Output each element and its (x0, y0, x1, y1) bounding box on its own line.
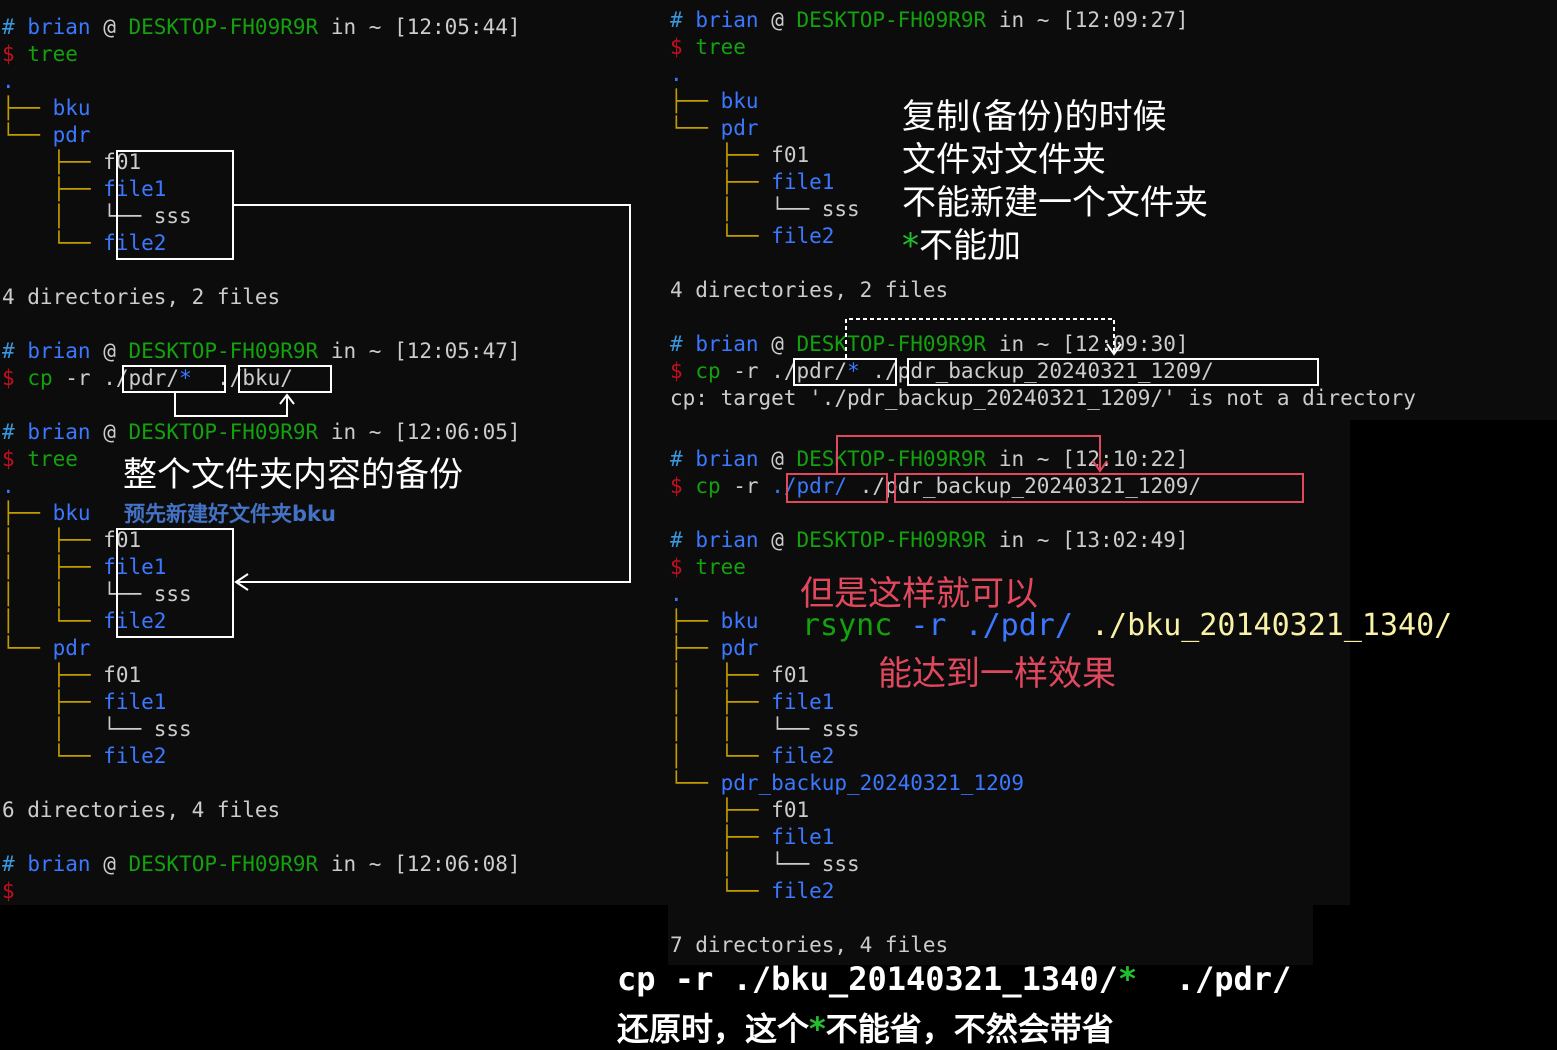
note-same-effect: 能达到一样效果 (878, 654, 1116, 694)
note-copy-line4: 不能加 (919, 226, 1021, 266)
dashed-arrow-line (845, 318, 1115, 358)
restore-note-2: 不能省，不然会带省 (825, 1010, 1114, 1048)
rsync-src: ./pdr/ (964, 608, 1073, 643)
note-copy-line2: 文件对文件夹 (902, 140, 1106, 180)
rsync-name: rsync (802, 608, 893, 643)
cp-arrow-line (174, 393, 288, 417)
rsync-command: rsync -r ./pdr/ ./bku_20140321_1340/ (802, 608, 1452, 643)
restore-star: * (1117, 960, 1138, 998)
note-copy-title: 复制(备份)的时候 (902, 97, 1167, 137)
note-prebuilt: 预先新建好文件夹bku (124, 502, 336, 526)
restore-cmd: cp -r ./bku_20140321_1340/ (617, 960, 1118, 998)
restore-note-star: * (809, 1010, 826, 1048)
note-copy-line3: 不能新建一个文件夹 (902, 183, 1208, 223)
note-copy-line4-wrap: *不能加 (902, 225, 1021, 268)
rsync-flag: -r (910, 608, 947, 643)
restore-dst: ./pdr/ (1175, 960, 1292, 998)
note-star: * (902, 226, 919, 266)
restore-note: 还原时，这个*不能省，不然会带省 (617, 1004, 1114, 1050)
restore-note-1: 还原时，这个 (617, 1010, 810, 1048)
restore-command: cp -r ./bku_20140321_1340/* ./pdr/ (617, 960, 1291, 998)
note-whole-folder: 整个文件夹内容的备份 (123, 455, 463, 495)
rsync-dst: ./bku_20140321_1340/ (1091, 608, 1453, 643)
red-arrow-line (836, 435, 1101, 473)
